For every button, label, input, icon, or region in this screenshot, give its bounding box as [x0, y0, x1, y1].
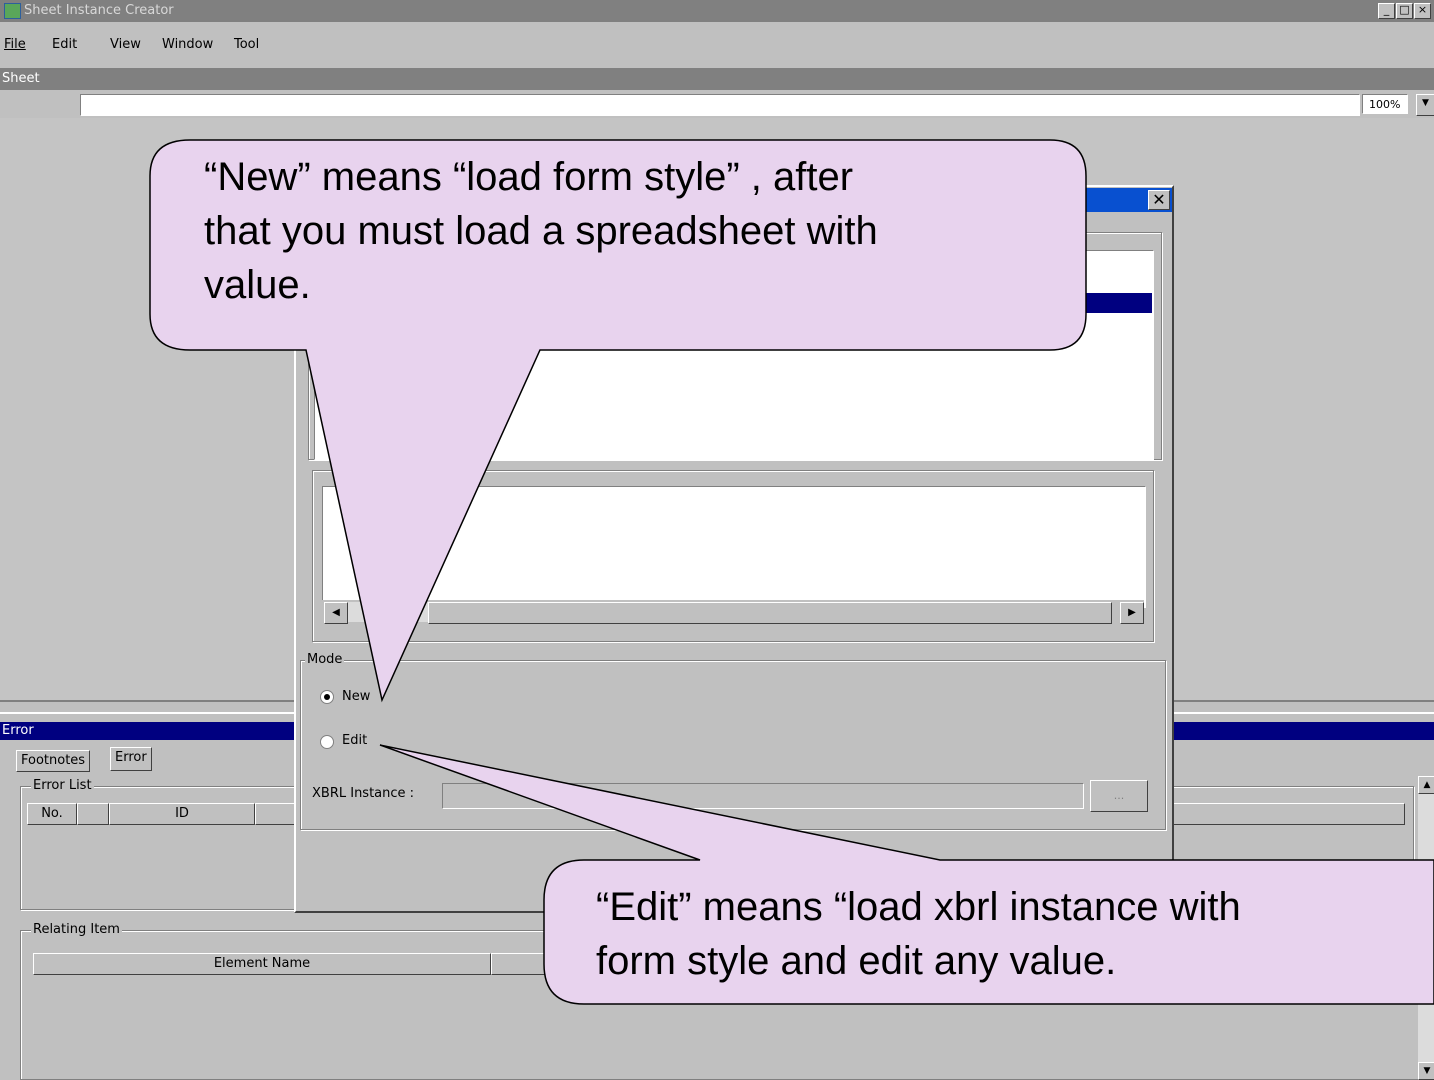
edit-callout-line-2: form style and edit any value. [596, 939, 1117, 983]
edit-callout-line-1: “Edit” means “load xbrl instance with [596, 885, 1241, 929]
new-callout-line-1: “New” means “load form style” , after [204, 155, 854, 199]
new-callout-text: “New” means “load form style” , after th… [204, 150, 1084, 312]
edit-callout-text: “Edit” means “load xbrl instance with fo… [596, 880, 1426, 988]
new-callout-line-2: that you must load a spreadsheet with [204, 209, 878, 253]
new-callout-line-3: value. [204, 263, 311, 307]
